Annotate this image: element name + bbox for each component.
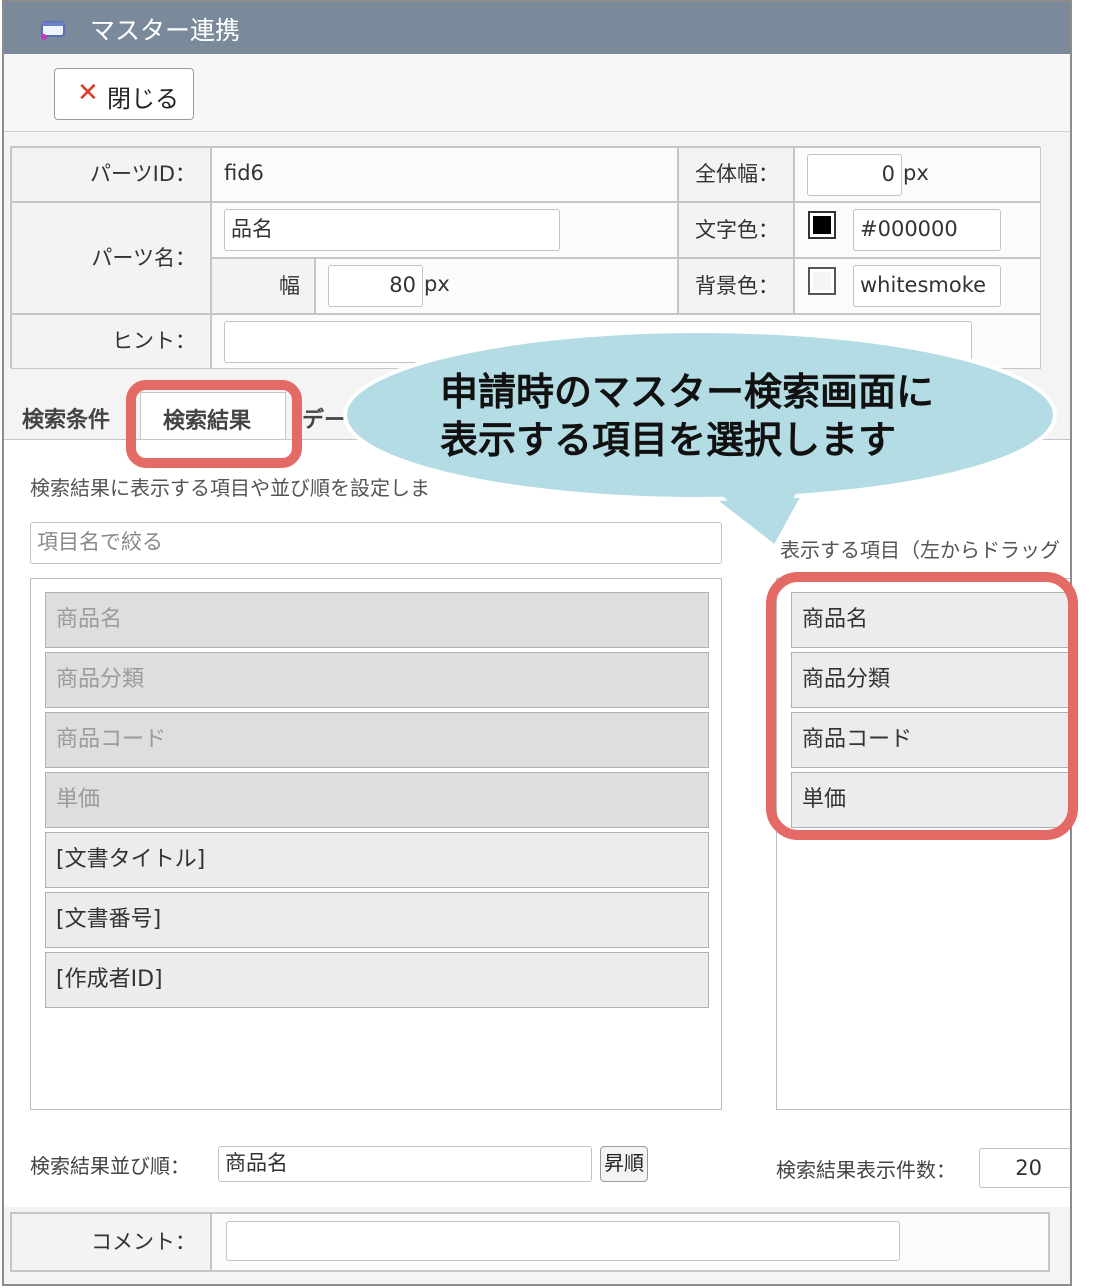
total-width-unit: px	[903, 161, 929, 185]
callout-line-1: 申請時のマスター検索画面に	[440, 370, 935, 414]
bg-color-swatch[interactable]	[808, 267, 836, 295]
toolbar: ✕ 閉じる	[4, 54, 1070, 132]
available-item[interactable]: [作成者ID]	[45, 952, 709, 1008]
available-item[interactable]: 単価	[45, 772, 709, 828]
total-width-cell: 0 px	[794, 147, 1041, 202]
close-x-icon: ✕	[77, 78, 99, 108]
window-title: マスター連携	[90, 16, 241, 45]
available-item[interactable]: [文書番号]	[45, 892, 709, 948]
close-button[interactable]: ✕ 閉じる	[54, 68, 194, 120]
result-count-label: 検索結果表示件数：	[776, 1158, 956, 1182]
hint-label: ヒント：	[11, 314, 211, 369]
available-item[interactable]: [文書タイトル]	[45, 832, 709, 888]
comment-row: コメント：	[10, 1212, 1050, 1272]
selected-items-highlight-frame	[766, 572, 1078, 840]
text-color-swatch[interactable]	[808, 211, 836, 239]
bg-color-cell: whitesmoke	[794, 258, 1041, 314]
parts-id-cell: fid6	[211, 147, 678, 202]
title-bar: マスター連携	[4, 2, 1070, 54]
available-item[interactable]: 商品名	[45, 592, 709, 648]
window-icon	[38, 18, 68, 47]
comment-label: コメント：	[11, 1213, 211, 1271]
close-button-label: 閉じる	[107, 85, 179, 113]
available-item[interactable]: 商品コード	[45, 712, 709, 768]
width-cell: 80 px	[315, 258, 678, 314]
bg-color-label: 背景色：	[678, 258, 794, 314]
result-count-input[interactable]: 20	[979, 1148, 1070, 1188]
parts-name-input[interactable]: 品名	[224, 209, 560, 251]
parts-id-label: パーツID：	[11, 147, 211, 202]
text-color-input[interactable]: #000000	[853, 209, 1001, 251]
total-width-input[interactable]: 0	[807, 154, 902, 196]
width-label: 幅	[211, 258, 315, 314]
comment-input[interactable]	[226, 1221, 900, 1261]
callout-line-2: 表示する項目を選択します	[440, 418, 897, 462]
text-color-label: 文字色：	[678, 202, 794, 258]
width-unit: px	[424, 272, 450, 296]
tab-search-conditions[interactable]: 検索条件	[22, 402, 110, 434]
sort-label: 検索結果並び順：	[30, 1154, 190, 1178]
bg-color-input[interactable]: whitesmoke	[853, 265, 1001, 307]
available-items-list: 商品名 商品分類 商品コード 単価 [文書タイトル] [文書番号] [作成者ID]	[30, 578, 722, 1110]
tab-highlight-frame	[126, 380, 302, 468]
parts-name-cell: 品名	[211, 202, 678, 258]
parts-id-value: fid6	[224, 161, 264, 185]
total-width-label: 全体幅：	[678, 147, 794, 202]
sort-field-input[interactable]: 商品名	[218, 1146, 592, 1182]
comment-cell	[211, 1213, 1049, 1271]
width-input[interactable]: 80	[328, 265, 423, 307]
sort-order-button[interactable]: 昇順	[600, 1146, 648, 1182]
parts-name-label: パーツ名：	[11, 202, 211, 314]
available-item[interactable]: 商品分類	[45, 652, 709, 708]
text-color-cell: #000000	[794, 202, 1041, 258]
